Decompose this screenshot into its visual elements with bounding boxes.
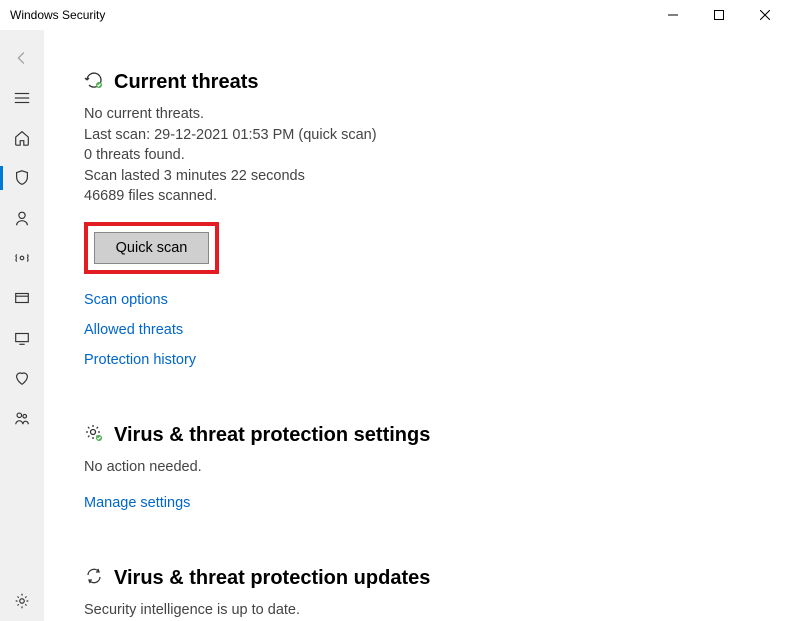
back-button[interactable] xyxy=(0,38,44,78)
refresh-icon xyxy=(84,566,114,591)
sidebar-item-virus-protection[interactable] xyxy=(0,158,44,198)
sidebar-item-device-health[interactable] xyxy=(0,358,44,398)
sidebar-item-firewall[interactable] xyxy=(0,238,44,278)
current-threats-section: Current threats No current threats. Last… xyxy=(84,70,758,368)
threats-status: No current threats. xyxy=(84,105,758,125)
allowed-threats-link[interactable]: Allowed threats xyxy=(84,322,758,338)
sidebar-item-home[interactable] xyxy=(0,118,44,158)
titlebar: Windows Security xyxy=(0,0,788,30)
files-scanned: 46689 files scanned. xyxy=(84,187,758,207)
window-controls xyxy=(650,0,788,30)
scan-options-link[interactable]: Scan options xyxy=(84,292,758,308)
close-button[interactable] xyxy=(742,0,788,30)
settings-section: Virus & threat protection settings No ac… xyxy=(84,423,758,512)
scan-duration: Scan lasted 3 minutes 22 seconds xyxy=(84,167,758,187)
sidebar-item-account[interactable] xyxy=(0,198,44,238)
scan-history-icon xyxy=(84,70,114,95)
sidebar-item-app-control[interactable] xyxy=(0,278,44,318)
sidebar-item-settings[interactable] xyxy=(0,581,44,621)
threats-found: 0 threats found. xyxy=(84,146,758,166)
updates-section: Virus & threat protection updates Securi… xyxy=(84,566,758,621)
protection-history-link[interactable]: Protection history xyxy=(84,352,758,368)
settings-status: No action needed. xyxy=(84,458,758,478)
settings-title: Virus & threat protection settings xyxy=(114,424,430,447)
main-content: Current threats No current threats. Last… xyxy=(44,30,788,621)
current-threats-title: Current threats xyxy=(114,71,258,94)
menu-button[interactable] xyxy=(0,78,44,118)
sidebar-item-family[interactable] xyxy=(0,398,44,438)
quick-scan-highlight: Quick scan xyxy=(84,222,219,274)
gear-icon xyxy=(84,423,114,448)
updates-title: Virus & threat protection updates xyxy=(114,567,430,590)
maximize-button[interactable] xyxy=(696,0,742,30)
window-title: Windows Security xyxy=(10,8,105,22)
manage-settings-link[interactable]: Manage settings xyxy=(84,495,758,511)
updates-status: Security intelligence is up to date. xyxy=(84,601,758,621)
sidebar-item-device-security[interactable] xyxy=(0,318,44,358)
last-scan-info: Last scan: 29-12-2021 01:53 PM (quick sc… xyxy=(84,126,758,146)
minimize-button[interactable] xyxy=(650,0,696,30)
sidebar xyxy=(0,30,44,621)
quick-scan-button[interactable]: Quick scan xyxy=(94,232,209,264)
